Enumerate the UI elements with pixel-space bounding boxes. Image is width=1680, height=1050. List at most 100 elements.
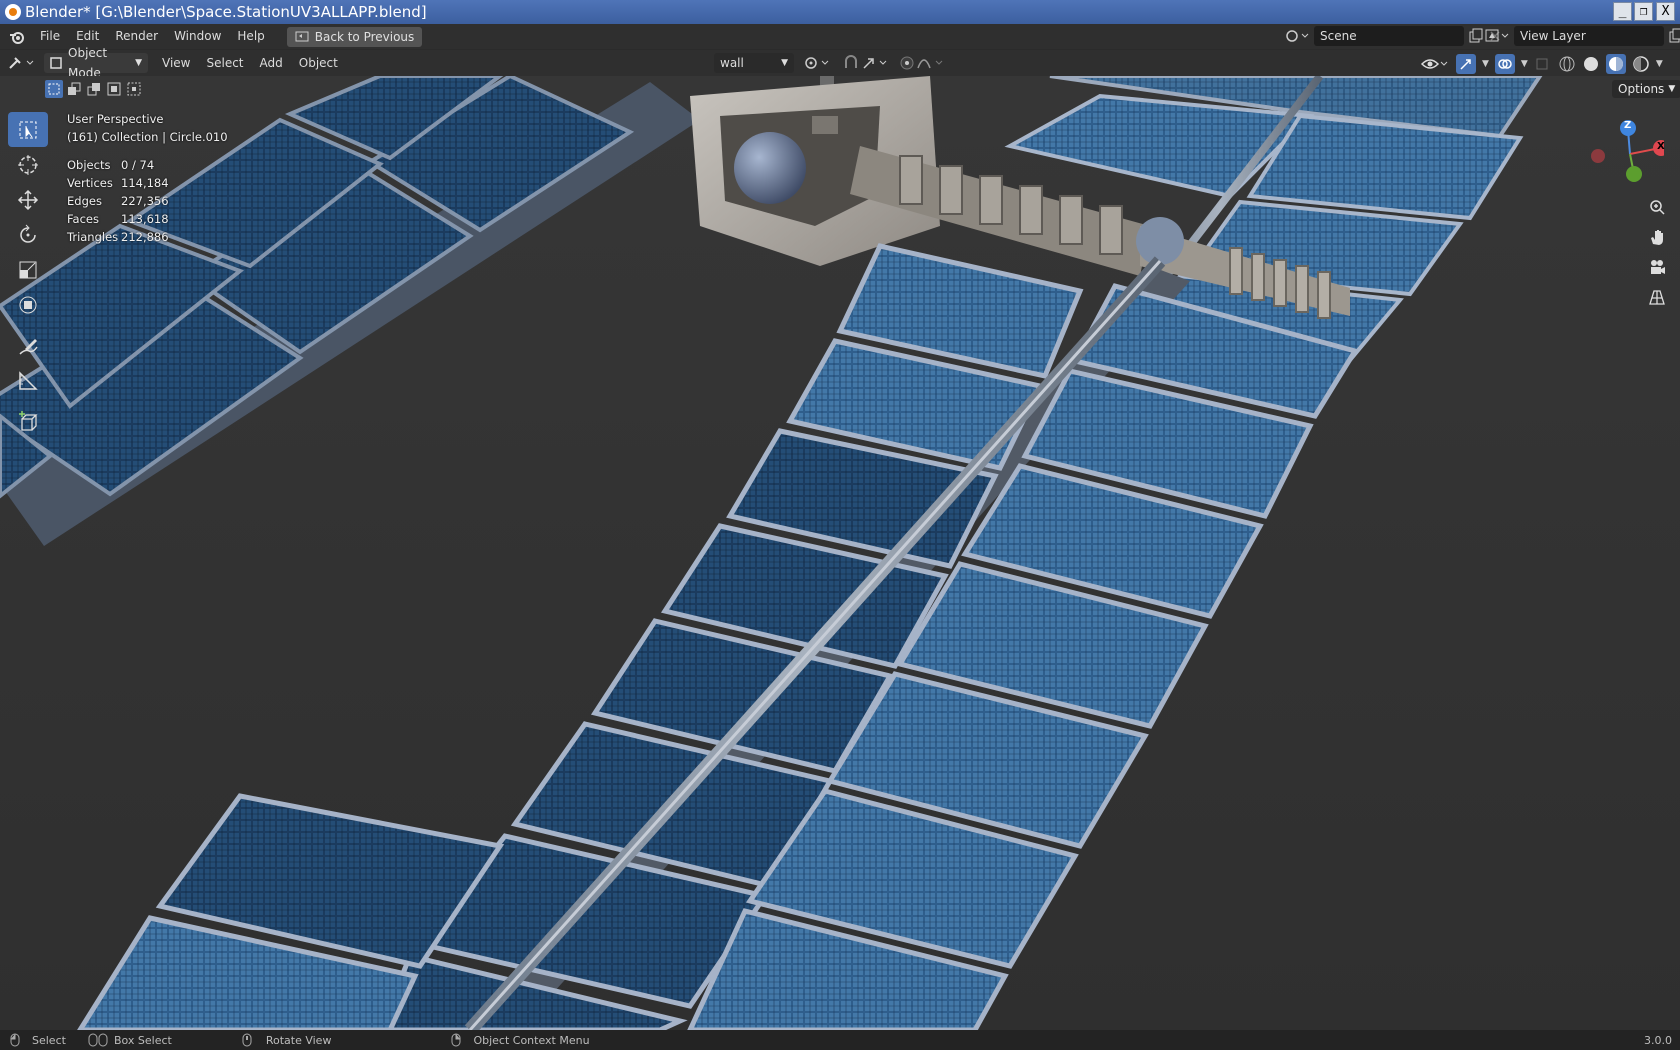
gizmo-toggle-icon[interactable]	[1456, 54, 1476, 74]
scale-tool[interactable]	[8, 252, 48, 287]
material-shading-icon[interactable]	[1605, 54, 1626, 74]
selection-mode-group	[45, 80, 143, 98]
tool-shelf	[8, 112, 50, 439]
stat-label: Faces	[67, 212, 99, 226]
add-cube-tool[interactable]	[8, 404, 48, 439]
orthographic-toggle-icon[interactable]	[1642, 282, 1672, 312]
stat-value: 212,886	[121, 230, 169, 244]
move-tool[interactable]	[8, 182, 48, 217]
chevron-down-icon[interactable]: ▼	[1482, 59, 1489, 69]
status-select: Select	[32, 1033, 66, 1047]
annotate-tool[interactable]	[8, 328, 48, 363]
blender-logo-icon	[5, 4, 21, 20]
pivot-point-icon[interactable]	[802, 54, 832, 72]
select-subtract-icon[interactable]	[85, 80, 103, 98]
snap-icon[interactable]	[842, 54, 890, 72]
wireframe-shading-icon[interactable]	[1558, 55, 1576, 73]
stat-label: Triangles	[67, 230, 119, 244]
header-menu-add[interactable]: Add	[252, 51, 291, 76]
chevron-down-icon: ▼	[781, 58, 788, 68]
header-menu-object[interactable]: Object	[291, 51, 346, 76]
viewport-header: Object Mode ▼ View Select Add Object wal…	[0, 46, 1680, 80]
menu-bar: File Edit Render Window Help Back to Pre…	[0, 24, 1680, 49]
menu-help[interactable]: Help	[229, 24, 272, 49]
stat-label: Edges	[67, 194, 102, 208]
camera-view-icon[interactable]	[1642, 252, 1672, 282]
editor-type-icon[interactable]	[0, 55, 44, 71]
status-bar: Select Box Select Rotate View Object Con…	[0, 1030, 1680, 1050]
title-bar: Blender* [G:\Blender\Space.StationUV3ALL…	[0, 0, 1680, 24]
scene-icon[interactable]	[1284, 27, 1310, 45]
options-label: Options	[1618, 82, 1665, 96]
view-layer-icon[interactable]	[1484, 27, 1510, 45]
stat-value: 0 / 74	[121, 158, 155, 172]
stat-row: Objects 0 / 74	[67, 156, 228, 174]
options-dropdown[interactable]: Options ▼	[1612, 80, 1680, 98]
scene-render	[0, 76, 1680, 1030]
proportional-edit-icon[interactable]	[900, 54, 950, 72]
back-to-previous-button[interactable]: Back to Previous	[286, 26, 423, 47]
overlays-toggle-icon[interactable]	[1494, 54, 1515, 74]
status-box-select: Box Select	[113, 1033, 172, 1047]
stat-value: 227,356	[121, 194, 169, 208]
select-new-icon[interactable]	[45, 80, 63, 98]
new-view-layer-icon[interactable]	[1668, 28, 1680, 44]
zoom-icon[interactable]	[1642, 192, 1672, 222]
menu-window[interactable]: Window	[166, 24, 229, 49]
stat-label: Vertices	[67, 176, 113, 190]
cursor-tool[interactable]	[8, 147, 48, 182]
header-menu-view[interactable]: View	[154, 51, 198, 76]
select-extend-icon[interactable]	[65, 80, 83, 98]
measure-tool[interactable]	[8, 363, 48, 398]
rotate-tool[interactable]	[8, 217, 48, 252]
stat-row: Faces 113,618	[67, 210, 228, 228]
version-label: 3.0.0	[1644, 1033, 1672, 1047]
menu-file[interactable]: File	[32, 24, 68, 49]
select-invert-icon[interactable]	[105, 80, 123, 98]
chevron-down-icon: ▼	[135, 58, 142, 68]
orientation-label: wall	[720, 56, 744, 70]
solid-shading-icon[interactable]	[1582, 55, 1600, 73]
left-mouse-icon	[10, 1033, 20, 1047]
header-menu-select[interactable]: Select	[198, 51, 251, 76]
viewport-info-overlay: User Perspective (161) Collection | Circ…	[67, 110, 228, 246]
gizmo-x-label: X	[1657, 141, 1665, 152]
restore-button[interactable]: ❐	[1634, 2, 1653, 21]
select-box-tool[interactable]	[8, 112, 48, 147]
transform-tool[interactable]	[8, 287, 48, 322]
stat-row: Triangles 212,886	[67, 228, 228, 246]
back-to-previous-label: Back to Previous	[314, 29, 415, 44]
minimize-button[interactable]: _	[1613, 2, 1632, 21]
collection-label: (161) Collection | Circle.010	[67, 130, 228, 144]
status-context-menu: Object Context Menu	[473, 1033, 590, 1047]
orientation-select[interactable]: wall ▼	[714, 53, 794, 73]
gizmo-z-label: Z	[1624, 120, 1632, 131]
view-layer-field[interactable]: View Layer	[1514, 26, 1664, 46]
status-rotate-view: Rotate View	[265, 1033, 332, 1047]
close-button[interactable]: X	[1656, 2, 1675, 21]
mode-select[interactable]: Object Mode ▼	[44, 46, 148, 80]
right-mouse-icon	[451, 1033, 461, 1047]
chevron-down-icon[interactable]: ▼	[1656, 59, 1663, 69]
3d-viewport[interactable]: Options ▼	[0, 76, 1680, 1030]
stat-value: 113,618	[121, 212, 169, 226]
stat-label: Objects	[67, 158, 111, 172]
perspective-label: User Perspective	[67, 112, 164, 126]
chevron-down-icon[interactable]: ▼	[1521, 59, 1528, 69]
screen-icon	[295, 31, 309, 43]
rendered-shading-icon[interactable]	[1632, 55, 1650, 73]
xray-toggle-icon[interactable]	[1534, 56, 1552, 72]
blender-menu-icon[interactable]	[2, 29, 32, 45]
middle-mouse-icon	[242, 1033, 252, 1047]
select-intersect-icon[interactable]	[125, 80, 143, 98]
visibility-eye-icon[interactable]	[1420, 55, 1450, 73]
drag-mouse-icon	[88, 1033, 108, 1047]
navigation-gizmo[interactable]: Z X	[1580, 116, 1669, 192]
new-scene-icon[interactable]	[1468, 28, 1484, 44]
stat-value: 114,184	[121, 176, 169, 190]
scene-field[interactable]: Scene	[1314, 26, 1464, 46]
pan-hand-icon[interactable]	[1642, 222, 1672, 252]
stat-row: Edges 227,356	[67, 192, 228, 210]
stat-row: Vertices 114,184	[67, 174, 228, 192]
window-title: Blender* [G:\Blender\Space.StationUV3ALL…	[25, 3, 427, 21]
